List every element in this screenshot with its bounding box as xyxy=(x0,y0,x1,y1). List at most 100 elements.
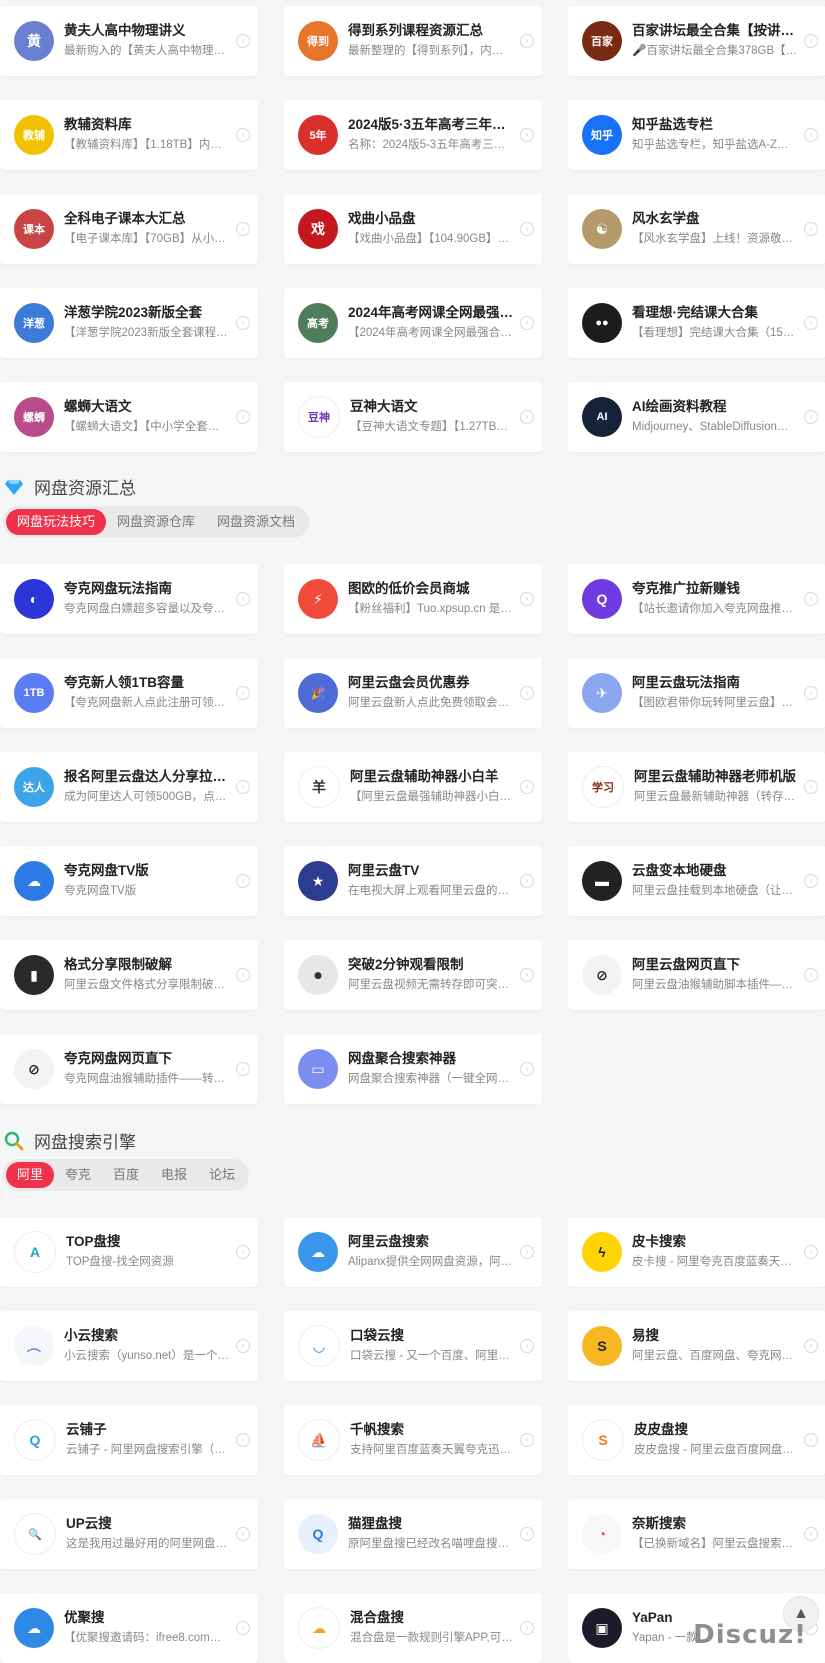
tab[interactable]: 阿里 xyxy=(6,1162,55,1188)
chevron-right-icon[interactable]: › xyxy=(520,1062,534,1076)
chevron-right-icon[interactable]: › xyxy=(520,874,534,888)
resource-card[interactable]: 课本 全科电子课本大汇总 【电子课本库】【70GB】从小… › xyxy=(0,194,258,264)
chevron-right-icon[interactable]: › xyxy=(236,686,250,700)
resource-card[interactable]: A TOP盘搜 TOP盘搜-找全网资源 › xyxy=(0,1217,258,1287)
tab[interactable]: 网盘玩法技巧 xyxy=(6,509,107,535)
resource-card[interactable]: ✈ 阿里云盘玩法指南 【图欧君带你玩转阿里云盘】… › xyxy=(568,658,825,728)
resource-card[interactable]: Q 猫狸盘搜 原阿里盘搜已经改名喵哩盘搜… › xyxy=(284,1499,542,1569)
resource-card[interactable]: ☁ 优聚搜 【优聚搜邀请码：ifree8.com】… › xyxy=(0,1593,258,1663)
resource-card[interactable]: ︵ 小云搜索 小云搜索（yunso.net）是一个… › xyxy=(0,1311,258,1381)
resource-card[interactable]: ☁ 混合盘搜 混合盘是一款规则引擎APP,可… › xyxy=(284,1593,542,1663)
resource-card[interactable]: ◐ 夸克网盘玩法指南 夸克网盘白嫖超多容量以及夸… › xyxy=(0,564,258,634)
resource-card[interactable]: 洋葱 洋葱学院2023新版全套 【洋葱学院2023新版全套课程… › xyxy=(0,288,258,358)
chevron-right-icon[interactable]: › xyxy=(804,1245,818,1259)
chevron-right-icon[interactable]: › xyxy=(520,1339,534,1353)
chevron-right-icon[interactable]: › xyxy=(804,1433,818,1447)
resource-card[interactable]: ▮ 格式分享限制破解 阿里云盘文件格式分享限制破… › xyxy=(0,940,258,1010)
chevron-right-icon[interactable]: › xyxy=(236,1062,250,1076)
resource-card[interactable]: ★ 阿里云盘TV 在电视大屏上观看阿里云盘的… › xyxy=(284,846,542,916)
chevron-right-icon[interactable]: › xyxy=(520,410,534,424)
resource-card[interactable]: ▬ 云盘变本地硬盘 阿里云盘挂载到本地硬盘（让… › xyxy=(568,846,825,916)
chevron-right-icon[interactable]: › xyxy=(236,874,250,888)
resource-card[interactable]: ⛵ 千帆搜索 支持阿里百度蓝奏天翼夸克迅… › xyxy=(284,1405,542,1475)
resource-card[interactable]: 1TB 夸克新人领1TB容量 【夸克网盘新人点此注册可领1… › xyxy=(0,658,258,728)
chevron-right-icon[interactable]: › xyxy=(236,34,250,48)
chevron-right-icon[interactable]: › xyxy=(804,1339,818,1353)
resource-card[interactable]: AI AI绘画资料教程 Midjourney、StableDiffusion与… › xyxy=(568,382,825,452)
chevron-right-icon[interactable]: › xyxy=(804,592,818,606)
resource-card[interactable]: 5年 2024版5·3五年高考三年模… 名称：2024版5-3五年高考三年… › xyxy=(284,100,542,170)
resource-card[interactable]: 螺蛳 螺蛳大语文 【螺蛳大语文】【中小学全套… › xyxy=(0,382,258,452)
resource-card[interactable]: 学习 阿里云盘辅助神器老师机版 阿里云盘最新辅助神器（转存+… › xyxy=(568,752,825,822)
resource-card[interactable]: ☁ 阿里云盘搜索 Alipanx提供全网网盘资源，阿… › xyxy=(284,1217,542,1287)
chevron-right-icon[interactable]: › xyxy=(236,316,250,330)
resource-card[interactable]: 知乎 知乎盐选专栏 知乎盐选专栏，知乎盐选A-Z大… › xyxy=(568,100,825,170)
resource-card[interactable]: 🎉 阿里云盘会员优惠券 阿里云盘新人点此免费领取会… › xyxy=(284,658,542,728)
resource-card[interactable]: Q 夸克推广拉新赚钱 【站长邀请你加入夸克网盘推… › xyxy=(568,564,825,634)
chevron-right-icon[interactable]: › xyxy=(236,1621,250,1635)
resource-card[interactable]: S 易搜 阿里云盘、百度网盘、夸克网… › xyxy=(568,1311,825,1381)
resource-card[interactable]: ●● 看理想·完结课大合集 【看理想】完结课大合集（157… › xyxy=(568,288,825,358)
resource-card[interactable]: 黄黄夫人高中物理讲义 最新购入的【黄夫人高中物理… › xyxy=(0,6,258,76)
resource-card[interactable]: Q 云铺子 云铺子 - 阿里网盘搜索引擎（… › xyxy=(0,1405,258,1475)
resource-card[interactable]: 羊阿里云盘辅助神器小白羊 【阿里云盘最强辅助神器小白… › xyxy=(284,752,542,822)
resource-card[interactable]: 百家 百家讲坛最全合集【按讲… 🎤百家讲坛最全合集378GB【… › xyxy=(568,6,825,76)
chevron-right-icon[interactable]: › xyxy=(236,222,250,236)
resource-card[interactable]: ◔ 奈斯搜索 【已换新域名】阿里云盘搜索… › xyxy=(568,1499,825,1569)
resource-card[interactable]: ⚡ 图欧的低价会员商城 【粉丝福利】Tuo.xpsup.cn 是… › xyxy=(284,564,542,634)
chevron-right-icon[interactable]: › xyxy=(520,1433,534,1447)
resource-card[interactable]: 戏戏曲小品盘 【戏曲小品盘】【104.90GB】… › xyxy=(284,194,542,264)
chevron-right-icon[interactable]: › xyxy=(236,128,250,142)
tab[interactable]: 电报 xyxy=(150,1162,198,1188)
chevron-right-icon[interactable]: › xyxy=(804,874,818,888)
chevron-right-icon[interactable]: › xyxy=(520,592,534,606)
tab[interactable]: 网盘资源文档 xyxy=(206,509,306,535)
chevron-right-icon[interactable]: › xyxy=(520,1245,534,1259)
chevron-right-icon[interactable]: › xyxy=(804,316,818,330)
chevron-right-icon[interactable]: › xyxy=(804,1527,818,1541)
tab[interactable]: 夸克 xyxy=(54,1162,102,1188)
chevron-right-icon[interactable]: › xyxy=(236,592,250,606)
chevron-right-icon[interactable]: › xyxy=(520,316,534,330)
resource-card[interactable]: ▭ 网盘聚合搜索神器 网盘聚合搜索神器（一键全网… › xyxy=(284,1034,542,1104)
chevron-right-icon[interactable]: › xyxy=(520,128,534,142)
resource-card[interactable]: 豆神 豆神大语文 【豆神大语文专题】【1.27TB… › xyxy=(284,382,542,452)
tab[interactable]: 百度 xyxy=(102,1162,150,1188)
resource-card[interactable]: ☯ 风水玄学盘 【风水玄学盘】上线！资源敬… › xyxy=(568,194,825,264)
resource-card[interactable]: 高考 2024年高考网课全网最强… 【2024年高考网课全网最强合… › xyxy=(284,288,542,358)
chevron-right-icon[interactable]: › xyxy=(520,968,534,982)
resource-card[interactable]: 得到 得到系列课程资源汇总 最新整理的【得到系列】，内… › xyxy=(284,6,542,76)
chevron-right-icon[interactable]: › xyxy=(804,222,818,236)
resource-card[interactable]: ϟ 皮卡搜索 皮卡搜 - 阿里夸克百度蓝奏天… › xyxy=(568,1217,825,1287)
chevron-right-icon[interactable]: › xyxy=(236,968,250,982)
resource-card[interactable]: ⊘ 夸克网盘网页直下 夸克网盘油猴辅助插件——转… › xyxy=(0,1034,258,1104)
resource-card[interactable]: S 皮皮盘搜 皮皮盘搜 - 阿里云盘百度网盘… › xyxy=(568,1405,825,1475)
resource-card[interactable]: ⏺ 突破2分钟观看限制 阿里云盘视频无需转存即可突… › xyxy=(284,940,542,1010)
chevron-right-icon[interactable]: › xyxy=(520,780,534,794)
chevron-right-icon[interactable]: › xyxy=(236,410,250,424)
resource-card[interactable]: ☁ 夸克网盘TV版 夸克网盘TV版 › xyxy=(0,846,258,916)
resource-card[interactable]: 教辅 教辅资料库 【教辅资料库】【1.18TB】内… › xyxy=(0,100,258,170)
resource-card[interactable]: 🔍 UP云搜 这是我用过最好用的阿里网盘… › xyxy=(0,1499,258,1569)
chevron-right-icon[interactable]: › xyxy=(520,1527,534,1541)
tab[interactable]: 论坛 xyxy=(198,1162,246,1188)
chevron-right-icon[interactable]: › xyxy=(804,686,818,700)
chevron-right-icon[interactable]: › xyxy=(236,1339,250,1353)
chevron-right-icon[interactable]: › xyxy=(520,1621,534,1635)
resource-card[interactable]: 达人 报名阿里云盘达人分享拉… 成为阿里达人可领500GB，点… › xyxy=(0,752,258,822)
chevron-right-icon[interactable]: › xyxy=(804,34,818,48)
chevron-right-icon[interactable]: › xyxy=(236,1527,250,1541)
chevron-right-icon[interactable]: › xyxy=(804,968,818,982)
chevron-right-icon[interactable]: › xyxy=(520,34,534,48)
chevron-right-icon[interactable]: › xyxy=(520,686,534,700)
chevron-right-icon[interactable]: › xyxy=(236,780,250,794)
chevron-right-icon[interactable]: › xyxy=(804,410,818,424)
chevron-right-icon[interactable]: › xyxy=(804,780,818,794)
chevron-right-icon[interactable]: › xyxy=(236,1433,250,1447)
resource-card[interactable]: ⊘ 阿里云盘网页直下 阿里云盘油猴辅助脚本插件—… › xyxy=(568,940,825,1010)
tab[interactable]: 网盘资源仓库 xyxy=(106,509,206,535)
chevron-right-icon[interactable]: › xyxy=(804,128,818,142)
chevron-right-icon[interactable]: › xyxy=(520,222,534,236)
chevron-right-icon[interactable]: › xyxy=(236,1245,250,1259)
resource-card[interactable]: ◡ 口袋云搜 口袋云搜 - 又一个百度、阿里… › xyxy=(284,1311,542,1381)
